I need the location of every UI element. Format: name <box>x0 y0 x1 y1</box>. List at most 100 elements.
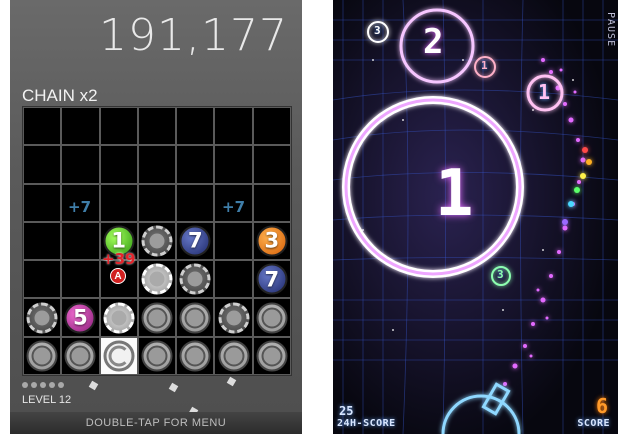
board-cell[interactable]: 3 <box>252 221 291 261</box>
board-cell[interactable] <box>176 260 215 299</box>
board-cell[interactable] <box>99 145 138 184</box>
big-circle-number: 1 <box>435 157 474 231</box>
board-cell[interactable] <box>214 260 253 299</box>
small-circle-number: 3 <box>497 268 504 281</box>
number-disc: 5 <box>64 302 96 334</box>
board-cell[interactable] <box>176 183 215 222</box>
cracked-disc-icon <box>141 225 173 257</box>
board-cell[interactable]: 5 <box>61 298 100 337</box>
level-dot <box>31 382 37 388</box>
solid-grey-disc-icon <box>64 340 96 372</box>
board-cell[interactable] <box>252 336 291 375</box>
score-display: 191,177 <box>99 10 288 61</box>
small-circle-number: 1 <box>481 59 488 72</box>
cracked-disc-icon <box>103 302 135 334</box>
score-popup-plus7-left: +7 <box>68 198 92 216</box>
board-cell[interactable] <box>23 221 62 261</box>
mid-circle-number: 2 <box>423 22 444 62</box>
board-cell[interactable] <box>176 107 215 146</box>
solid-grey-disc-icon <box>218 340 250 372</box>
debris-shard-icon <box>226 376 237 387</box>
board-cell[interactable] <box>23 260 62 299</box>
neon-game-screen: 1 2 3 1 1 3 PAUSE 25 24H-SCORE 6 SCORE <box>333 0 618 434</box>
level-dot <box>58 382 64 388</box>
small-circle-number: 1 <box>538 80 551 104</box>
neon-playfield <box>333 0 618 434</box>
number-disc: 3 <box>256 225 288 257</box>
board-cell[interactable] <box>137 183 177 222</box>
board-cell[interactable] <box>137 107 177 146</box>
disc-number: 7 <box>264 267 280 292</box>
solid-grey-disc-icon <box>26 340 58 372</box>
board-cell[interactable] <box>61 107 100 146</box>
cracked-disc-icon <box>179 263 211 295</box>
current-score-value: 6 <box>595 394 608 418</box>
board-cell[interactable]: 7 <box>252 260 291 299</box>
board-cell[interactable] <box>214 221 253 261</box>
debris-shard-icon <box>168 382 179 393</box>
solid-grey-disc-icon <box>141 302 173 334</box>
board-cell[interactable] <box>99 183 138 222</box>
clearing-disc-icon <box>103 340 135 372</box>
solid-grey-disc-icon <box>179 302 211 334</box>
board-cell[interactable] <box>61 260 100 299</box>
board-cell[interactable] <box>99 298 138 337</box>
solid-grey-disc-icon <box>256 340 288 372</box>
board-cell[interactable] <box>23 336 62 375</box>
board-cell[interactable] <box>137 145 177 184</box>
board-cell[interactable] <box>252 183 291 222</box>
solid-grey-disc-icon <box>256 302 288 334</box>
board-cell[interactable] <box>99 336 138 375</box>
disc-number: 3 <box>264 228 280 253</box>
current-score-label: SCORE <box>577 418 610 429</box>
board-cell[interactable] <box>176 145 215 184</box>
board-cell[interactable] <box>214 107 253 146</box>
board-cell[interactable] <box>61 145 100 184</box>
board-cell[interactable]: 7 <box>176 221 215 261</box>
score-popup-plus39: +39 <box>102 250 136 268</box>
board-cell[interactable] <box>137 260 177 299</box>
board-cell[interactable] <box>137 221 177 261</box>
level-dot <box>40 382 46 388</box>
board-cell[interactable] <box>61 336 100 375</box>
disc-number: 7 <box>187 228 203 253</box>
number-disc: 7 <box>256 263 288 295</box>
board-cell[interactable] <box>23 145 62 184</box>
best-score-label: 24H-SCORE <box>337 418 396 429</box>
pause-button[interactable]: PAUSE <box>605 12 616 47</box>
disc-number: 5 <box>73 305 88 330</box>
board-cell[interactable] <box>214 298 253 337</box>
menu-hint-bar[interactable]: DOUBLE-TAP FOR MENU <box>10 412 302 434</box>
board-cell[interactable] <box>99 107 138 146</box>
board-cell[interactable] <box>176 298 215 337</box>
board-cell[interactable] <box>176 336 215 375</box>
level-dot <box>22 382 28 388</box>
board-cell[interactable] <box>252 145 291 184</box>
chain-badge-icon: A <box>110 268 126 284</box>
board-cell[interactable] <box>23 298 62 337</box>
score-popup-plus7-right: +7 <box>222 198 246 216</box>
board-cell[interactable] <box>61 221 100 261</box>
solid-grey-disc-icon <box>179 340 211 372</box>
board-cell[interactable] <box>252 298 291 337</box>
board-cell[interactable] <box>23 183 62 222</box>
game-board[interactable]: 17375 <box>22 106 292 376</box>
number-disc: 7 <box>179 225 211 257</box>
debris-shard-icon <box>88 380 99 391</box>
small-circle-number: 3 <box>374 24 381 37</box>
board-cell[interactable] <box>252 107 291 146</box>
board-cell[interactable] <box>214 336 253 375</box>
solid-grey-disc-icon <box>141 340 173 372</box>
drop7-game-screen: 191,177 CHAIN x2 17375 +7 +7 +39 A LEVEL… <box>10 0 302 434</box>
level-label: LEVEL 12 <box>22 394 72 406</box>
cracked-disc-icon <box>141 263 173 295</box>
cracked-disc-icon <box>26 302 58 334</box>
board-cell[interactable] <box>137 298 177 337</box>
level-progress-dots <box>22 382 64 388</box>
chain-counter: CHAIN x2 <box>22 86 98 105</box>
board-cell[interactable] <box>23 107 62 146</box>
level-dot <box>49 382 55 388</box>
board-cell[interactable] <box>137 336 177 375</box>
board-cell[interactable] <box>214 145 253 184</box>
best-score-value: 25 <box>339 404 354 418</box>
